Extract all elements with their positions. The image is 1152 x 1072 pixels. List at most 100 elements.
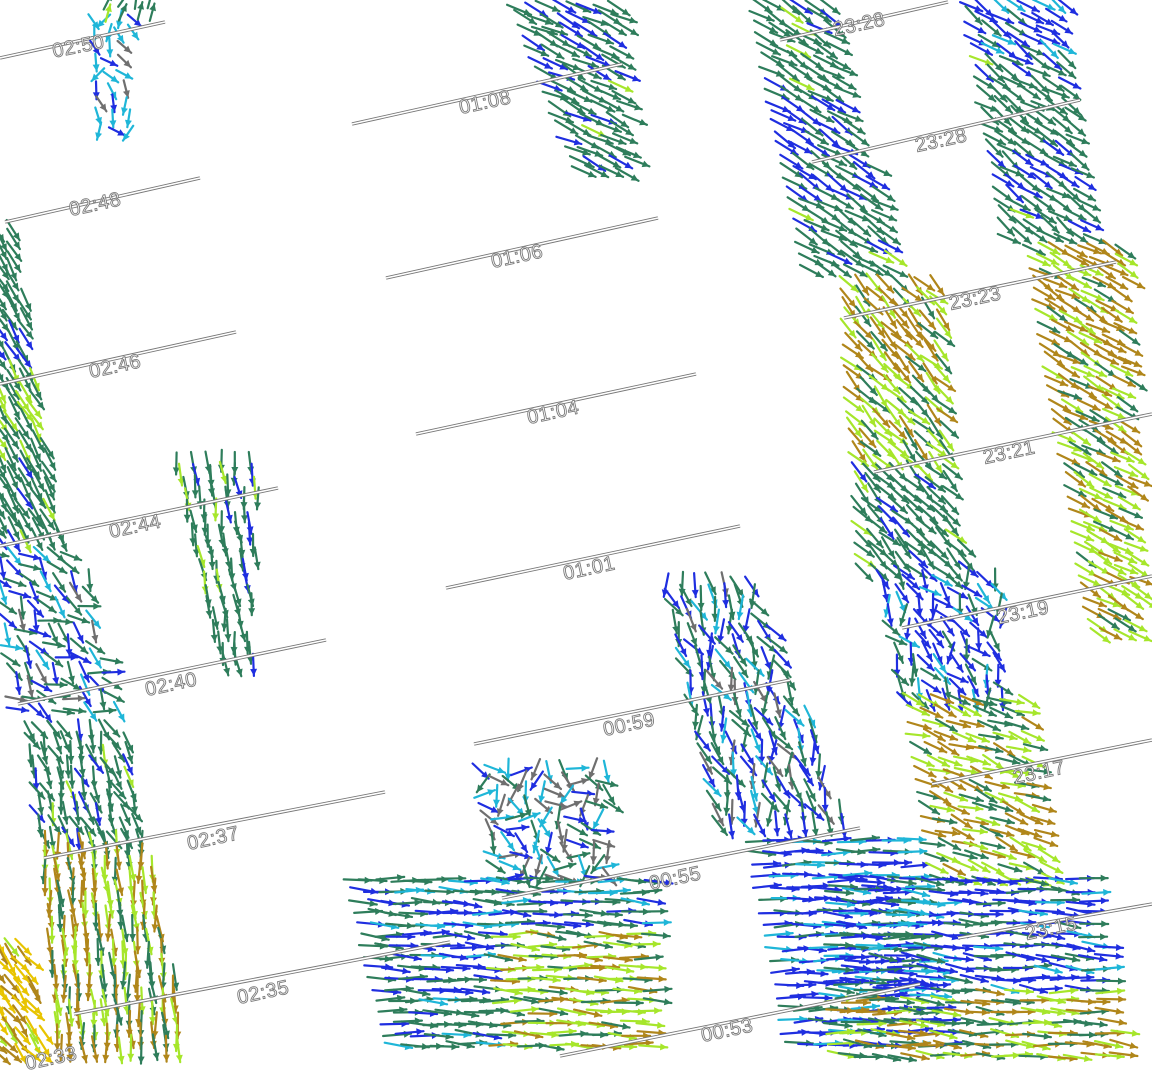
wind-arrow (1131, 583, 1152, 601)
wind-arrow (51, 661, 60, 686)
wind-arrow (102, 1035, 110, 1064)
wind-arrow (1077, 954, 1108, 963)
wind-arrow (565, 764, 590, 772)
wind-arrow (533, 841, 544, 865)
wind-arrow (929, 274, 945, 297)
time-label: 23:23 (947, 282, 1003, 314)
wind-arrow (0, 601, 18, 615)
wind-arrow (0, 612, 17, 629)
wind-arrow (493, 783, 500, 808)
wind-arrow (103, 690, 125, 703)
wind-arrow (904, 617, 911, 642)
wind-arrow (106, 890, 115, 919)
wind-arrow (595, 862, 620, 870)
wind-arrow (809, 739, 817, 766)
wind-arrow (1050, 195, 1072, 213)
wind-arrow (30, 679, 53, 693)
wind-arrow (840, 897, 871, 907)
wind-arrow (115, 68, 134, 80)
wind-arrow (429, 1043, 460, 1051)
wind-arrow (850, 519, 873, 536)
wind-arrow (35, 590, 59, 602)
wind-arrow (121, 96, 128, 116)
wind-arrow (95, 121, 103, 141)
wind-arrow (592, 808, 605, 831)
wind-arrow (51, 572, 67, 593)
time-label: 02:46 (87, 350, 143, 382)
wind-arrow (4, 288, 18, 312)
wind-arrow (117, 3, 128, 22)
wind-arrow (1066, 943, 1096, 953)
wind-arrow (743, 575, 760, 598)
wind-arrow (1025, 227, 1048, 244)
wind-arrow (919, 841, 946, 849)
time-label: 00:53 (699, 1014, 755, 1046)
wind-arrow (95, 95, 108, 113)
wind-arrow (1069, 429, 1092, 446)
wind-arrow (1111, 387, 1137, 399)
wind-arrow (418, 998, 449, 1007)
wind-arrow (3, 622, 12, 647)
wind-arrow (509, 1006, 540, 1013)
wind-arrow (59, 550, 83, 562)
wind-arrow (1094, 964, 1126, 971)
wind-arrow (1105, 584, 1131, 597)
wind-arrow (510, 766, 533, 777)
wind-arrow (1031, 298, 1056, 310)
wind-arrow (971, 657, 993, 672)
wind-arrow (35, 663, 48, 685)
wind-arrow (998, 54, 1024, 67)
wind-arrow (101, 988, 110, 1017)
wind-arrow (66, 660, 75, 685)
time-label: 23:28 (913, 124, 969, 156)
wind-arrow (556, 819, 565, 844)
wind-arrow (943, 955, 974, 963)
wind-arrow (566, 823, 589, 837)
wind-arrow (135, 855, 143, 885)
wind-arrow (1036, 320, 1061, 334)
wind-arrow (996, 232, 1022, 245)
time-label: 01:04 (525, 396, 581, 428)
time-label: 23:21 (981, 436, 1037, 468)
wind-arrow (521, 34, 546, 52)
wind-arrow (436, 1021, 467, 1029)
wind-arrow (674, 633, 688, 658)
wind-arrow (46, 560, 68, 575)
wind-arrow (798, 263, 825, 279)
wind-arrow (584, 774, 604, 792)
wind-arrow (1074, 175, 1097, 192)
wind-arrow (1021, 243, 1046, 256)
track-0233: 02:33 (23, 1042, 80, 1072)
wind-arrow (92, 52, 100, 73)
wind-arrow (615, 146, 642, 159)
wind-arrow (248, 592, 256, 617)
wind-arrow (479, 809, 499, 826)
wind-arrow (41, 641, 66, 649)
wind-arrow (136, 0, 144, 21)
wind-arrow (815, 753, 823, 780)
wind-arrow (1033, 836, 1059, 848)
wind-arrow (366, 975, 397, 983)
wind-arrow (1115, 475, 1139, 490)
wind-arrow (113, 755, 122, 779)
wind-arrow (1035, 953, 1066, 962)
wind-arrow (148, 2, 156, 22)
wind-arrow (1095, 977, 1127, 985)
track-0248: 02:48 (4, 176, 201, 224)
wind-arrow (72, 621, 85, 644)
wind-arrow (801, 118, 824, 137)
wind-arrow (632, 1007, 663, 1015)
wind-arrow (1039, 861, 1064, 875)
wind-arrow (697, 584, 705, 612)
wind-arrow (1088, 473, 1112, 488)
wind-arrow (538, 780, 546, 804)
wind-arrow (77, 602, 102, 610)
wind-arrow (642, 997, 673, 1006)
time-label: 02:40 (143, 668, 199, 700)
wind-arrow (28, 982, 42, 1005)
wind-arrow (837, 798, 845, 825)
wind-arrow (107, 126, 127, 137)
wind-arrow (96, 13, 112, 29)
wind-arrow (635, 1021, 666, 1029)
wind-arrow (61, 800, 70, 825)
